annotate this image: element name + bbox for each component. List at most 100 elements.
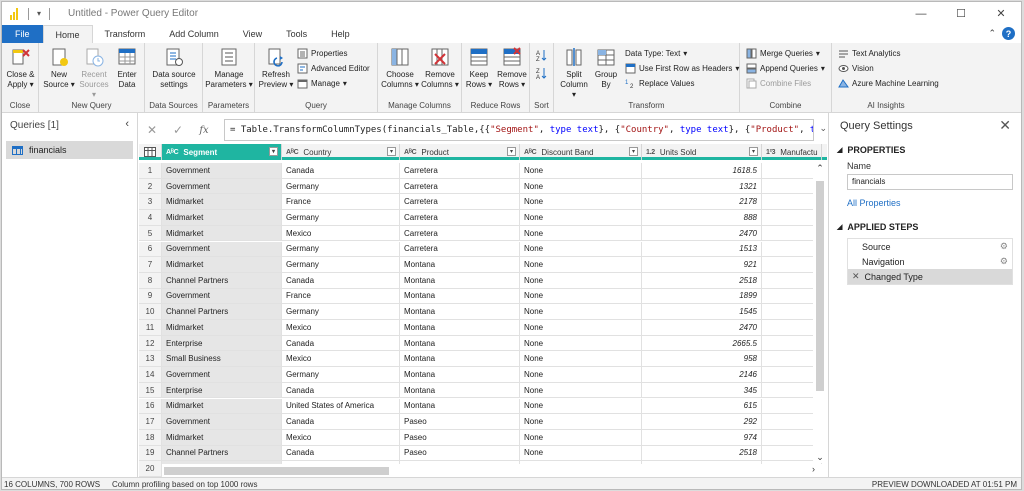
table-cell[interactable]: Carretera — [400, 241, 520, 258]
merge-queries-button[interactable]: Merge Queries ▾ — [746, 46, 820, 60]
scroll-down-icon[interactable]: ⌄ — [813, 452, 827, 463]
table-cell[interactable]: 1618.5 — [642, 163, 762, 179]
close-apply-button[interactable]: Close & Apply ▾ — [5, 46, 36, 90]
vertical-scroll-thumb[interactable] — [816, 181, 824, 391]
table-cell[interactable]: None — [520, 241, 642, 258]
column-filter-dropdown-icon[interactable]: ▾ — [629, 147, 638, 156]
table-cell[interactable]: None — [520, 351, 642, 368]
table-cell[interactable]: Germany — [282, 257, 400, 273]
table-cell[interactable]: Montana — [400, 272, 520, 289]
gear-icon[interactable]: ⚙ — [1000, 241, 1008, 252]
table-cell[interactable]: Midmarket — [162, 210, 282, 226]
table-cell[interactable]: Carretera — [400, 194, 520, 211]
table-cell[interactable]: Montana — [400, 351, 520, 368]
table-cell[interactable]: None — [520, 382, 642, 399]
table-cell[interactable]: Germany — [282, 241, 400, 258]
gear-icon[interactable]: ⚙ — [1000, 256, 1008, 267]
table-cell[interactable]: Paseo — [400, 445, 520, 462]
column-type-icon[interactable]: 1²3 — [766, 149, 776, 156]
column-header-manufactu[interactable]: 1²3 Manufactu — [762, 144, 822, 160]
data-type-dropdown[interactable]: Data Type: Text ▾ — [625, 46, 687, 60]
table-cell[interactable]: Paseo — [400, 414, 520, 430]
table-cell[interactable]: Montana — [400, 320, 520, 336]
tab-tools[interactable]: Tools — [274, 25, 319, 43]
table-cell[interactable]: 2518 — [642, 445, 762, 462]
table-cell[interactable]: 2518 — [642, 272, 762, 289]
data-source-settings-button[interactable]: Data source settings — [148, 46, 200, 90]
column-type-icon[interactable]: AᴮC — [286, 149, 299, 156]
table-cell[interactable]: 958 — [642, 351, 762, 368]
table-cell[interactable]: None — [520, 304, 642, 320]
table-cell[interactable]: None — [520, 178, 642, 195]
table-cell[interactable]: Midmarket — [162, 398, 282, 415]
column-type-icon[interactable]: AᴮC — [166, 149, 179, 156]
keep-rows-button[interactable]: Keep Rows ▾ — [464, 46, 494, 90]
table-cell[interactable]: None — [520, 398, 642, 415]
table-cell[interactable]: United States of America — [282, 398, 400, 415]
table-cell[interactable]: 1513 — [642, 241, 762, 258]
column-header-country[interactable]: AᴮC Country ▾ — [282, 144, 400, 160]
append-queries-button[interactable]: Append Queries ▾ — [746, 61, 825, 75]
collapse-queries-icon[interactable]: ‹ — [125, 118, 129, 130]
query-item-financials[interactable]: financials — [6, 141, 133, 159]
expand-formula-icon[interactable]: ⌄ — [819, 123, 827, 134]
sort-ascending-button[interactable]: AZ — [536, 47, 547, 63]
vertical-scrollbar[interactable]: ⌃ ⌄ — [813, 163, 827, 463]
properties-button[interactable]: Properties — [297, 46, 347, 60]
table-cell[interactable]: Germany — [282, 210, 400, 226]
column-type-icon[interactable]: AᴮC — [404, 149, 417, 156]
recent-sources-button[interactable]: Recent Sources ▾ — [77, 46, 111, 100]
tab-help[interactable]: Help — [319, 25, 362, 43]
table-cell[interactable]: 345 — [642, 382, 762, 399]
table-cell[interactable]: Channel Partners — [162, 445, 282, 462]
table-cell[interactable]: 1321 — [642, 178, 762, 195]
table-cell[interactable]: Canada — [282, 335, 400, 352]
table-cell[interactable]: Germany — [282, 367, 400, 383]
use-first-row-as-headers-button[interactable]: Use First Row as Headers ▾ — [625, 61, 739, 75]
column-filter-dropdown-icon[interactable]: ▾ — [507, 147, 516, 156]
table-cell[interactable]: Government — [162, 163, 282, 179]
table-cell[interactable]: Channel Partners — [162, 272, 282, 289]
table-cell[interactable]: Government — [162, 367, 282, 383]
table-cell[interactable]: Montana — [400, 304, 520, 320]
table-cell[interactable]: 888 — [642, 210, 762, 226]
horizontal-scrollbar[interactable]: › — [162, 464, 825, 477]
step-navigation[interactable]: Navigation ⚙ — [848, 254, 1012, 269]
table-cell[interactable]: Midmarket — [162, 194, 282, 211]
new-source-button[interactable]: New Source ▾ — [43, 46, 75, 90]
table-cell[interactable]: None — [520, 429, 642, 446]
table-cell[interactable]: Canada — [282, 163, 400, 179]
table-cell[interactable]: Montana — [400, 398, 520, 415]
table-cell[interactable]: 292 — [642, 414, 762, 430]
quick-access-dropdown-icon[interactable]: ▾ — [37, 9, 41, 18]
table-cell[interactable]: 2665.5 — [642, 335, 762, 352]
column-header-product[interactable]: AᴮC Product ▾ — [400, 144, 520, 160]
table-cell[interactable]: Paseo — [400, 429, 520, 446]
all-properties-link[interactable]: All Properties — [829, 198, 1021, 208]
table-cell[interactable]: Carretera — [400, 210, 520, 226]
table-cell[interactable]: Mexico — [282, 225, 400, 242]
table-cell[interactable]: 2178 — [642, 194, 762, 211]
collapse-ribbon-icon[interactable]: ⌃ — [988, 28, 996, 39]
column-filter-dropdown-icon[interactable]: ▾ — [269, 147, 278, 156]
column-filter-dropdown-icon[interactable]: ▾ — [387, 147, 396, 156]
table-cell[interactable]: Mexico — [282, 320, 400, 336]
profiling-status[interactable]: Column profiling based on top 1000 rows — [112, 480, 257, 489]
table-cell[interactable]: None — [520, 414, 642, 430]
table-cell[interactable]: Enterprise — [162, 335, 282, 352]
scroll-right-icon[interactable]: › — [812, 464, 815, 474]
text-analytics-button[interactable]: Text Analytics — [838, 46, 900, 60]
table-cell[interactable]: 2146 — [642, 367, 762, 383]
table-cell[interactable]: 2470 — [642, 225, 762, 242]
step-changed-type[interactable]: ✕ Changed Type — [848, 269, 1012, 284]
delete-step-icon[interactable]: ✕ — [852, 271, 860, 282]
table-cell[interactable]: Canada — [282, 414, 400, 430]
table-cell[interactable]: Small Business — [162, 351, 282, 368]
advanced-editor-button[interactable]: Advanced Editor — [297, 61, 370, 75]
refresh-preview-button[interactable]: Refresh Preview ▾ — [258, 46, 294, 90]
replace-values-button[interactable]: 12 Replace Values — [625, 76, 694, 90]
table-cell[interactable]: Channel Partners — [162, 304, 282, 320]
table-cell[interactable]: 1899 — [642, 288, 762, 305]
close-window-button[interactable]: ✕ — [981, 2, 1021, 25]
scroll-up-icon[interactable]: ⌃ — [813, 163, 827, 174]
